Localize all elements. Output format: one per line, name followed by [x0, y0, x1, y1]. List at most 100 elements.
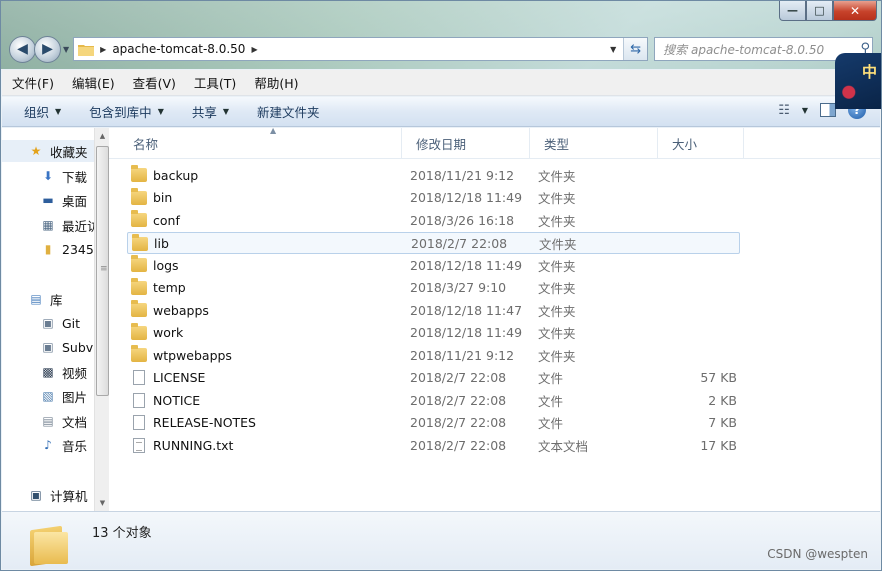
folder-icon [131, 322, 147, 340]
library-folder-icon: ▣ [42, 340, 54, 354]
folder-icon [131, 210, 147, 227]
breadcrumb-chevron-icon[interactable]: ▶ [251, 45, 257, 54]
command-bar: 组织 ▼ 包含到库中 ▼ 共享 ▼ 新建文件夹 ☷ ▼ ? [2, 97, 880, 127]
nav-item-pictures[interactable]: ▧ 图片 [2, 385, 87, 407]
organize-button[interactable]: 组织 ▼ [24, 102, 61, 121]
nav-item-videos[interactable]: ▩ 视频 [2, 361, 87, 383]
file-row[interactable]: NOTICE 2018/2/7 22:08 文件 2 KB [127, 389, 740, 411]
address-bar[interactable]: ▶ apache-tomcat-8.0.50 ▶ ▼ ⇆ [73, 37, 649, 61]
file-row[interactable]: wtpwebapps 2018/11/21 9:12 文件夹 [127, 344, 740, 366]
file-date: 2018/2/7 22:08 [410, 415, 507, 430]
file-date: 2018/2/7 22:08 [411, 236, 508, 251]
scrollbar-thumb[interactable]: ≡ [96, 146, 109, 396]
column-header-type[interactable]: 类型 [530, 128, 658, 159]
column-header-size[interactable]: 大小 [658, 128, 744, 159]
view-dropdown-icon[interactable]: ▼ [802, 106, 808, 115]
file-date: 2018/2/7 22:08 [410, 437, 507, 453]
file-size [668, 233, 738, 255]
nav-computer[interactable]: ▣ 计算机 [2, 484, 87, 506]
computer-icon: ▣ [30, 488, 42, 502]
file-size [667, 164, 737, 186]
file-row[interactable]: bin 2018/12/18 11:49 文件夹 [127, 187, 740, 209]
file-type: 文件夹 [539, 237, 577, 252]
new-folder-button[interactable]: 新建文件夹 [257, 102, 320, 121]
file-row[interactable]: RELEASE-NOTES 2018/2/7 22:08 文件 7 KB [127, 412, 740, 434]
forward-arrow-icon: ▶ [42, 41, 53, 57]
recent-pages-dropdown-icon[interactable]: ▼ [63, 45, 69, 54]
folder-icon: ▮ [44, 242, 52, 256]
address-row: ◀ ▶ ▼ ▶ apache-tomcat-8.0.50 ▶ ▼ ⇆ 搜索 ap… [9, 35, 873, 63]
address-dropdown-icon[interactable]: ▼ [603, 45, 623, 54]
back-button[interactable]: ◀ [9, 35, 36, 63]
menu-help[interactable]: 帮助(H) [254, 73, 298, 92]
nav-scrollbar[interactable]: ▲ ≡ ▼ [94, 128, 109, 511]
file-row[interactable]: backup 2018/11/21 9:12 文件夹 [127, 164, 740, 186]
file-type: 文件夹 [538, 258, 576, 274]
explorer-window: — □ ✕ ◀ ▶ ▼ ▶ apache-tomcat-8.0.50 ▶ ▼ ⇆… [0, 0, 882, 571]
maximize-button[interactable]: □ [806, 1, 833, 21]
preview-pane-icon[interactable] [820, 103, 836, 117]
column-header-date[interactable]: 修改日期 [402, 128, 530, 159]
file-row[interactable]: LICENSE 2018/2/7 22:08 文件 57 KB [127, 367, 740, 389]
back-arrow-icon: ◀ [17, 41, 28, 57]
nav-libraries[interactable]: ▤ 库 [2, 288, 62, 310]
file-row[interactable]: lib 2018/2/7 22:08 文件夹 [127, 231, 740, 255]
nav-item-documents[interactable]: ▤ 文档 [2, 410, 87, 432]
navigation-pane: ★ 收藏夹 ⬇ 下载 ▬ 桌面 ▦ 最近访 ▮ 2345 ▤ 库 ▣ Git ▣… [2, 128, 94, 511]
forward-button[interactable]: ▶ [34, 35, 61, 63]
file-date: 2018/3/27 9:10 [410, 280, 507, 295]
file-row[interactable]: logs 2018/12/18 11:49 文件夹 [127, 254, 740, 276]
column-header-name[interactable]: 名称 ▲ [119, 126, 402, 159]
nav-favorites[interactable]: ★ 收藏夹 [2, 140, 94, 162]
file-row[interactable]: work 2018/12/18 11:49 文件夹 [127, 322, 740, 344]
scroll-down-icon[interactable]: ▼ [95, 495, 110, 511]
file-size [667, 277, 737, 299]
dropdown-arrow-icon: ▼ [222, 107, 230, 116]
nav-item-subversion[interactable]: ▣ Subv [2, 336, 93, 358]
text-document-icon [133, 437, 145, 453]
close-button[interactable]: ✕ [833, 1, 877, 21]
nav-item-2345[interactable]: ▮ 2345 [2, 238, 94, 260]
menu-view[interactable]: 查看(V) [133, 73, 176, 92]
nav-item-recent[interactable]: ▦ 最近访 [2, 214, 94, 236]
file-date: 2018/12/18 11:49 [410, 325, 523, 340]
view-options-icon[interactable]: ☷ [778, 103, 790, 118]
file-size: 57 KB [700, 370, 737, 385]
file-icon [133, 415, 145, 430]
minimize-button[interactable]: — [779, 1, 806, 21]
nav-item-music[interactable]: ♪ 音乐 [2, 434, 87, 456]
column-header-row: 名称 ▲ 修改日期 类型 大小 [109, 126, 880, 159]
file-icon [133, 370, 145, 385]
file-name: temp [153, 280, 186, 295]
file-size: 17 KB [700, 437, 737, 453]
menu-file[interactable]: 文件(F) [12, 73, 54, 92]
nav-item-downloads[interactable]: ⬇ 下载 [2, 165, 87, 187]
file-name: conf [153, 212, 180, 228]
menu-edit[interactable]: 编辑(E) [72, 73, 115, 92]
file-type: 文件夹 [538, 213, 576, 229]
dropdown-arrow-icon: ▼ [157, 107, 164, 116]
file-name: bin [153, 190, 173, 205]
breadcrumb-chevron-icon[interactable]: ▶ [100, 45, 106, 54]
file-row[interactable]: temp 2018/3/27 9:10 文件夹 [127, 277, 740, 299]
nav-item-git[interactable]: ▣ Git [2, 312, 80, 334]
file-row[interactable]: conf 2018/3/26 16:18 文件夹 [127, 209, 740, 231]
file-row[interactable]: webapps 2018/12/18 11:47 文件夹 [127, 299, 740, 321]
nav-item-desktop[interactable]: ▬ 桌面 [2, 189, 87, 211]
folder-icon [131, 187, 147, 205]
file-type: 文件 [538, 371, 564, 386]
refresh-icon: ⇆ [630, 41, 642, 57]
share-button[interactable]: 共享 ▼ [192, 102, 229, 121]
file-row[interactable]: RUNNING.txt 2018/2/7 22:08 文本文档 17 KB [127, 434, 740, 456]
file-type: 文件夹 [538, 326, 576, 341]
file-name: RELEASE-NOTES [153, 415, 256, 430]
breadcrumb-segment[interactable]: apache-tomcat-8.0.50 [112, 42, 245, 56]
folder-icon [78, 44, 95, 56]
include-in-library-button[interactable]: 包含到库中 ▼ [89, 102, 164, 121]
ime-indicator[interactable]: 中 [835, 53, 881, 109]
library-folder-icon: ▣ [42, 316, 54, 330]
menu-tools[interactable]: 工具(T) [194, 73, 236, 92]
refresh-button[interactable]: ⇆ [623, 38, 648, 60]
file-type: 文件 [538, 393, 564, 409]
scroll-up-icon[interactable]: ▲ [95, 128, 110, 144]
